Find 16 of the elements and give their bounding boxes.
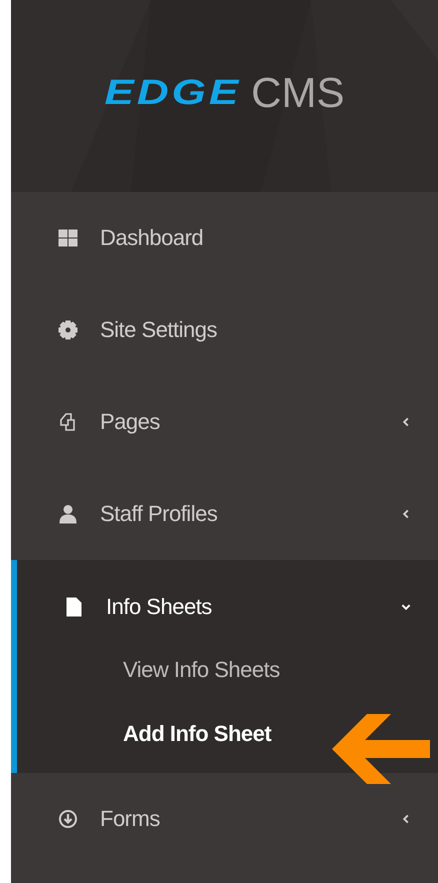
user-icon: [58, 504, 78, 524]
download-icon: [58, 809, 78, 829]
grid-icon: [58, 228, 78, 248]
menu-item[interactable]: Dashboard: [17, 192, 438, 284]
gear-icon: [58, 320, 78, 340]
pages-icon: [58, 412, 78, 432]
menu-item[interactable]: Staff Profiles: [17, 468, 438, 560]
file-icon: [64, 597, 84, 617]
submenu-item[interactable]: View Info Sheets: [123, 654, 280, 686]
menu-item[interactable]: Pages: [17, 376, 438, 468]
menu-item[interactable]: Site Settings: [17, 284, 438, 376]
menu-item[interactable]: Forms: [17, 773, 438, 865]
logo-product: CMS: [251, 69, 345, 117]
submenu-item[interactable]: Add Info Sheet: [123, 718, 272, 750]
logo-brand: EDGE: [104, 73, 242, 113]
menu-item[interactable]: Info Sheets: [17, 560, 438, 654]
